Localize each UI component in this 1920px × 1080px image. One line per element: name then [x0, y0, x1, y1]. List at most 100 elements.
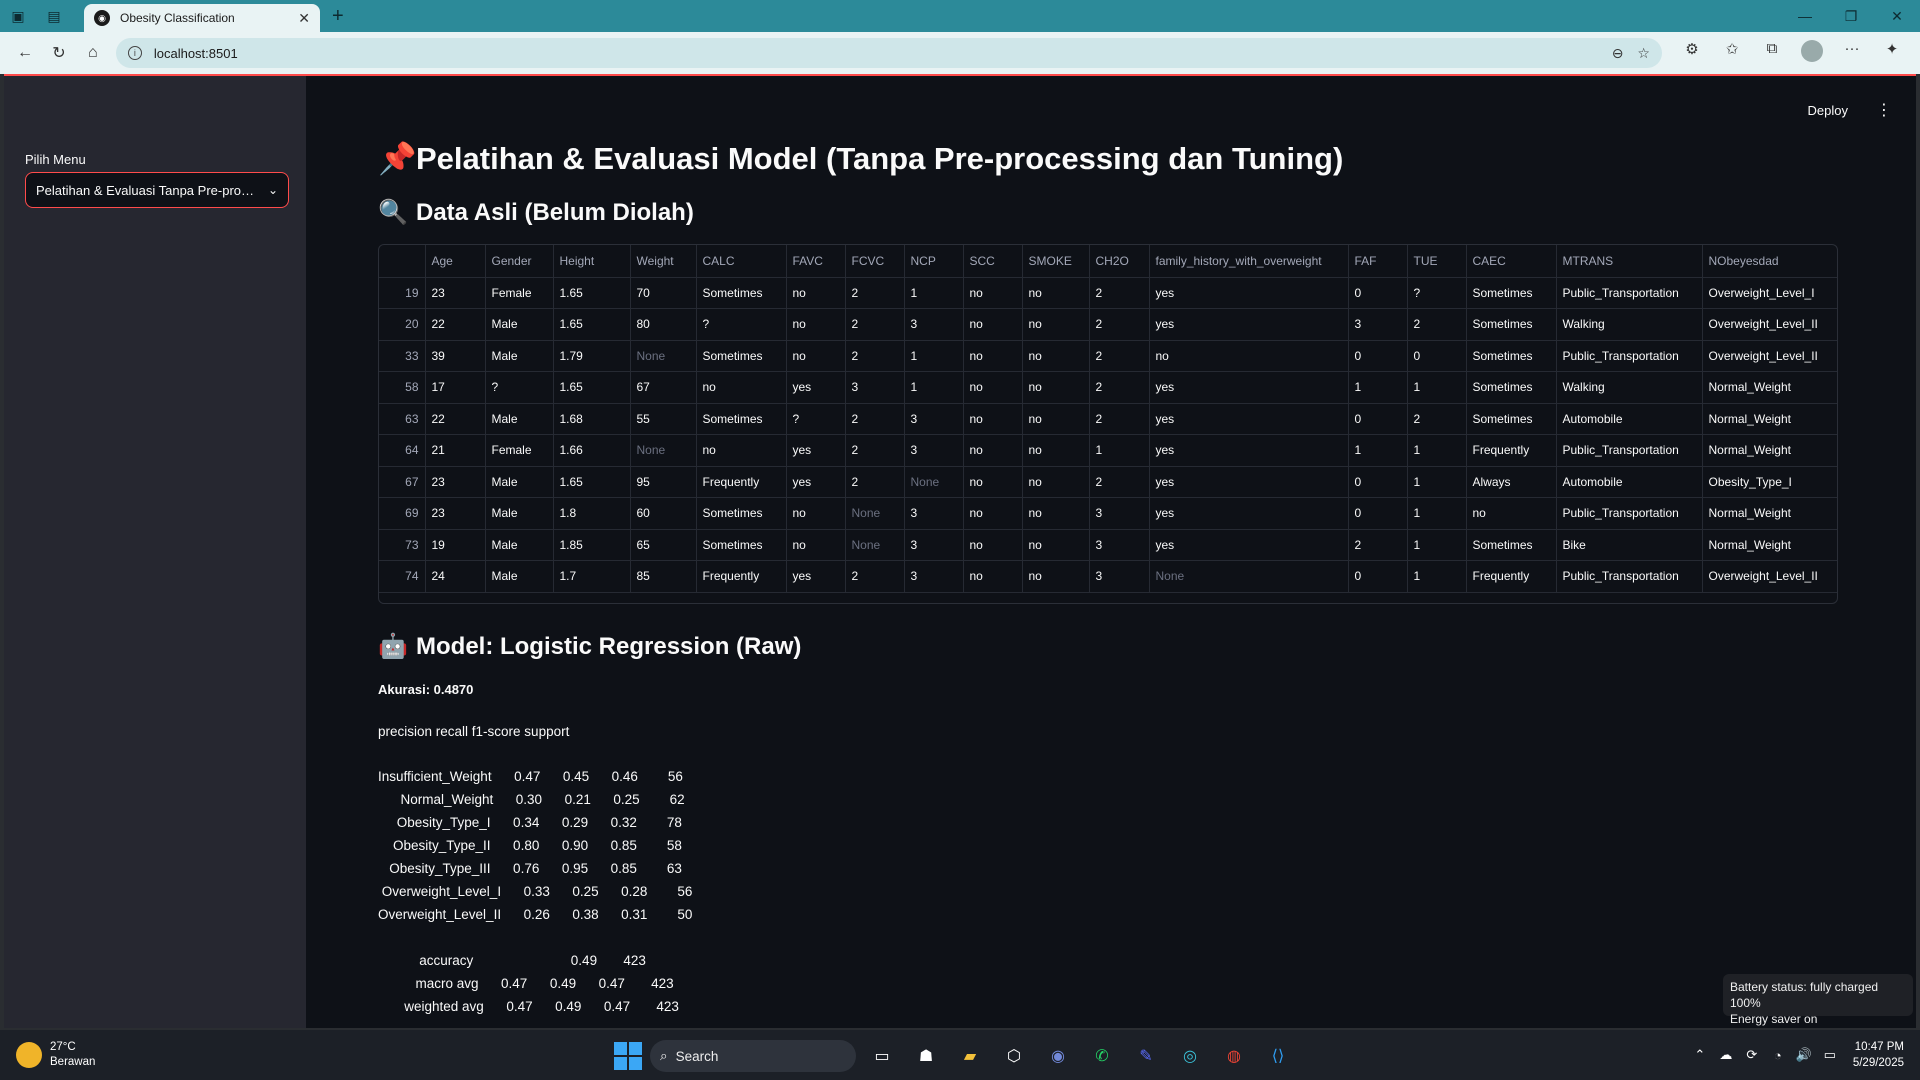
table-cell: Sometimes: [1466, 529, 1557, 561]
battery-icon[interactable]: ▭: [1817, 1047, 1843, 1063]
favorite-star-icon[interactable]: ☆: [1637, 45, 1650, 62]
tab-actions-icon[interactable]: ▤: [36, 0, 72, 32]
teams-icon[interactable]: ☗: [908, 1038, 944, 1074]
menu-select[interactable]: Pelatihan & Evaluasi Tanpa Pre-processin…: [25, 172, 289, 208]
table-cell: Walking: [1556, 308, 1703, 341]
column-header[interactable]: Weight: [630, 245, 697, 278]
table-cell: no: [1022, 434, 1090, 467]
address-bar[interactable]: i localhost:8501 ⊖ ☆: [115, 38, 1662, 68]
collections-icon[interactable]: ⧉: [1752, 40, 1792, 66]
workspaces-icon[interactable]: ▣: [0, 0, 36, 32]
table-row[interactable]: 19 23 Female 1.65 70 Sometimes no 2 1 no no 2 yes 0? S…: [379, 277, 1837, 309]
table-cell: Bike: [1556, 529, 1703, 561]
table-cell: Sometimes: [696, 497, 787, 530]
table-cell: None: [630, 340, 697, 372]
clock[interactable]: 10:47 PM 5/29/2025: [1853, 1039, 1904, 1071]
column-header[interactable]: Gender: [485, 245, 554, 278]
sync-icon[interactable]: ⟳: [1739, 1047, 1765, 1063]
table-cell: ?: [485, 371, 554, 404]
column-header[interactable]: NCP: [904, 245, 964, 278]
taskbar-search[interactable]: ⌕ Search: [650, 1040, 856, 1072]
extensions-icon[interactable]: ⚙: [1672, 40, 1712, 66]
raw-data-table[interactable]: Age Gender Height Weight CALC FAVC FCVC NCP SCC S…: [378, 244, 1838, 604]
table-cell: ?: [786, 403, 846, 435]
column-header[interactable]: CAEC: [1466, 245, 1557, 278]
app-hexagon-icon[interactable]: ⬡: [996, 1038, 1032, 1074]
column-header[interactable]: [379, 245, 426, 278]
table-cell: yes: [1149, 497, 1349, 530]
table-cell: yes: [1149, 371, 1349, 404]
site-info-icon[interactable]: i: [127, 46, 142, 60]
restore-icon[interactable]: ❐: [1828, 8, 1874, 25]
close-tab-icon[interactable]: ✕: [298, 10, 310, 27]
table-cell: no: [963, 371, 1023, 404]
column-header[interactable]: FCVC: [845, 245, 905, 278]
file-explorer-icon[interactable]: ▰: [952, 1038, 988, 1074]
table-row[interactable]: 58 17? 1.65 67 no yes 3 1 no no 2 yes 1 1 Sometimes Wal…: [379, 371, 1837, 404]
table-row[interactable]: 73 19 Male 1.85 65 Sometimes no None 3 no no 3 yes 2 1…: [379, 529, 1837, 561]
table-cell: no: [1022, 560, 1090, 593]
favorites-icon[interactable]: ✩: [1712, 40, 1752, 66]
table-cell: no: [786, 340, 846, 372]
table-cell: no: [963, 277, 1023, 309]
close-window-icon[interactable]: ✕: [1874, 8, 1920, 25]
back-icon[interactable]: ←: [8, 38, 42, 68]
refresh-icon[interactable]: ↻: [42, 38, 76, 68]
edge-icon[interactable]: ◎: [1172, 1038, 1208, 1074]
column-header[interactable]: CH2O: [1089, 245, 1150, 278]
new-tab-button[interactable]: +: [332, 5, 344, 28]
profile-icon[interactable]: [1792, 40, 1832, 66]
table-cell: Obesity_Type_I: [1702, 466, 1837, 498]
weather-widget[interactable]: 27°C Berawan: [16, 1040, 95, 1070]
deploy-button[interactable]: Deploy: [1808, 103, 1848, 118]
table-row[interactable]: 69 23 Male 1.8 60 Sometimes no None 3 no no 3 yes 0 1 n…: [379, 497, 1837, 530]
task-view-icon[interactable]: ▭: [864, 1038, 900, 1074]
report-row: Obesity_Type_II 0.80 0.90 0.85 58: [378, 838, 682, 853]
table-cell: 2: [1407, 403, 1467, 435]
column-header[interactable]: CALC: [696, 245, 787, 278]
more-menu-icon[interactable]: ···: [1832, 40, 1872, 66]
table-cell: no: [786, 277, 846, 309]
home-icon[interactable]: ⌂: [76, 38, 110, 68]
table-cell: 1.65: [553, 277, 631, 309]
whatsapp-icon[interactable]: ✆: [1084, 1038, 1120, 1074]
table-cell: Male: [485, 340, 554, 372]
wifi-icon[interactable]: ◔: [1765, 1048, 1791, 1063]
pen-app-icon[interactable]: ✎: [1128, 1038, 1164, 1074]
column-header[interactable]: SCC: [963, 245, 1023, 278]
copilot-icon[interactable]: ✦: [1872, 40, 1912, 66]
discord-icon[interactable]: ◉: [1040, 1038, 1076, 1074]
table-row[interactable]: 67 23 Male 1.65 95 Frequently yes 2 None no no 2 yes…: [379, 466, 1837, 498]
column-header[interactable]: MTRANS: [1556, 245, 1703, 278]
column-header[interactable]: Height: [553, 245, 631, 278]
chrome-icon[interactable]: ◍: [1216, 1038, 1252, 1074]
column-header[interactable]: SMOKE: [1022, 245, 1090, 278]
table-row[interactable]: 63 22 Male 1.68 55 Sometimes? 2 3 no no 2 yes 0 2 Some…: [379, 403, 1837, 435]
column-header[interactable]: family_history_with_overweight: [1149, 245, 1349, 278]
table-row[interactable]: 33 39 Male 1.79 None Sometimes no 2 1 no no 2 no 0 0 So…: [379, 340, 1837, 372]
table-cell: 1.79: [553, 340, 631, 372]
volume-icon[interactable]: 🔊: [1791, 1047, 1817, 1063]
table-cell: Overweight_Level_II: [1702, 560, 1837, 593]
table-cell: 2: [1089, 340, 1150, 372]
vscode-icon[interactable]: ⟨⟩: [1260, 1038, 1296, 1074]
column-header[interactable]: TUE: [1407, 245, 1467, 278]
show-hidden-icons-chevron-up-icon[interactable]: ⌃: [1687, 1047, 1713, 1063]
column-header[interactable]: Age: [425, 245, 486, 278]
table-row[interactable]: 74 24 Male 1.7 85 Frequently yes 2 3 no no 3 None 0 1 F…: [379, 560, 1837, 593]
table-cell: no: [1022, 340, 1090, 372]
table-cell: Always: [1466, 466, 1557, 498]
minimize-icon[interactable]: —: [1782, 8, 1828, 25]
column-header[interactable]: NObeyesdad: [1702, 245, 1837, 278]
zoom-icon[interactable]: ⊖: [1612, 45, 1624, 62]
table-cell: no: [1149, 340, 1349, 372]
onedrive-icon[interactable]: ☁: [1713, 1047, 1739, 1063]
table-row[interactable]: 20 22 Male 1.65 80? no 2 3 no no 2 yes 3 2 Sometimes Wa…: [379, 308, 1837, 341]
start-windows-icon[interactable]: [614, 1042, 642, 1070]
browser-tab[interactable]: ◉ Obesity Classification ✕: [84, 4, 320, 32]
table-row[interactable]: 64 21 Female 1.66 None no yes 2 3 no no 1 yes 1 1 Frequ…: [379, 434, 1837, 467]
column-header[interactable]: FAVC: [786, 245, 846, 278]
main-menu-icon[interactable]: ⋮: [1876, 100, 1892, 120]
column-header[interactable]: FAF: [1348, 245, 1408, 278]
table-cell: 2: [1089, 371, 1150, 404]
